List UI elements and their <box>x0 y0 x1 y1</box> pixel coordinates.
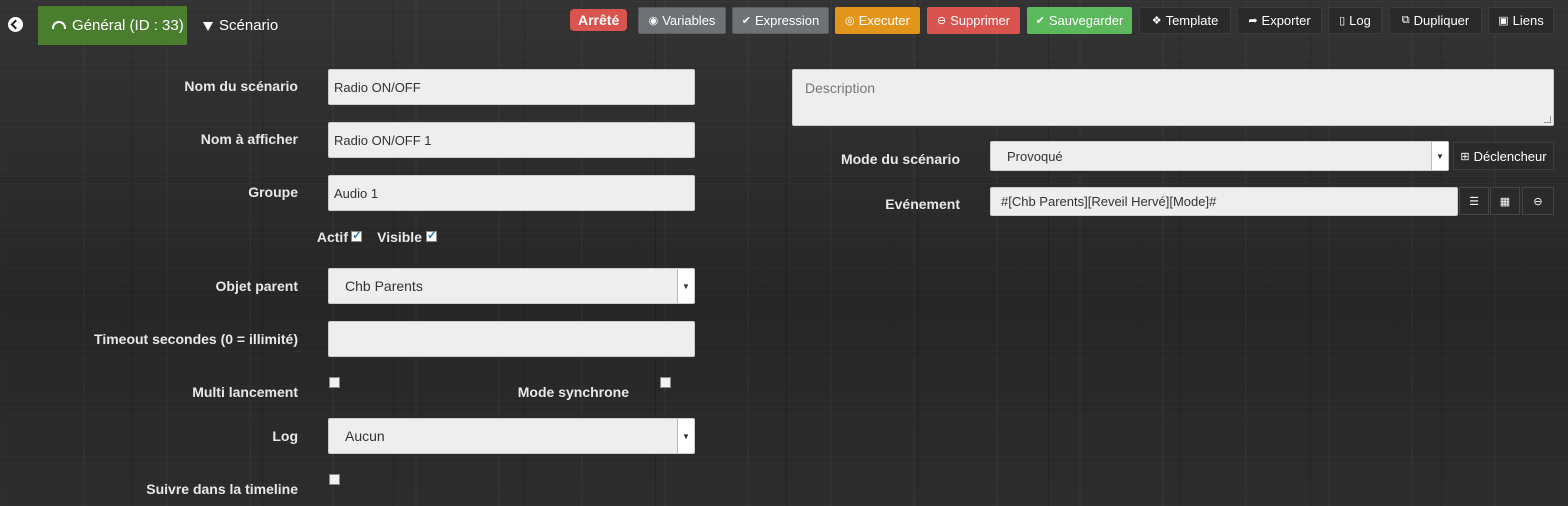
gamepad-icon: ◎ <box>845 15 855 27</box>
template-label: Template <box>1165 13 1219 28</box>
mode-synchrone-label: Mode synchrone <box>517 384 629 400</box>
supprimer-button[interactable]: ⊖ Supprimer <box>927 7 1020 34</box>
share-icon: ➦ <box>1248 15 1258 27</box>
nom-afficher-label: Nom à afficher <box>200 131 298 147</box>
executer-button[interactable]: ◎ Executer <box>835 7 920 34</box>
resize-handle-icon[interactable] <box>1544 116 1551 123</box>
eye-icon: ◉ <box>648 15 659 27</box>
visible-checkbox[interactable] <box>426 228 437 242</box>
file-icon: ▯ <box>1339 15 1346 27</box>
log-label: Log <box>272 428 298 444</box>
nom-afficher-input[interactable]: Radio ON/OFF 1 <box>328 122 695 158</box>
back-arrow-icon[interactable] <box>8 17 23 32</box>
liens-label: Liens <box>1512 13 1544 28</box>
tab-scenario[interactable]: Scénario <box>203 6 278 45</box>
mode-scenario-select[interactable]: Provoqué ▼ <box>990 141 1449 171</box>
mode-scenario-label: Mode du scénario <box>840 151 960 167</box>
actif-label: Actif <box>316 229 348 245</box>
timeout-input[interactable] <box>328 321 695 357</box>
dupliquer-button[interactable]: ⧉ Dupliquer <box>1389 7 1482 34</box>
declencheur-button[interactable]: ⊞ Déclencheur <box>1453 142 1554 170</box>
objet-parent-select[interactable]: Chb Parents ▼ <box>328 268 695 304</box>
log-button-label: Log <box>1349 13 1371 28</box>
log-button[interactable]: ▯ Log <box>1328 7 1382 34</box>
list-icon[interactable]: ☰ <box>1459 187 1489 215</box>
template-button[interactable]: ❖ Template <box>1139 7 1231 34</box>
chevron-down-icon: ▼ <box>677 419 694 453</box>
description-placeholder: Description <box>805 80 876 96</box>
mode-synchrone-checkbox[interactable] <box>660 377 671 388</box>
mode-scenario-value: Provoqué <box>1007 148 1063 164</box>
calculator-icon[interactable]: ▦ <box>1490 187 1520 215</box>
log-value: Aucun <box>345 428 385 444</box>
tab-general[interactable]: Général (ID : 33) <box>38 6 187 45</box>
visible-label: Visible <box>377 229 422 245</box>
description-textarea[interactable]: Description <box>792 69 1554 126</box>
variables-label: Variables <box>662 13 716 28</box>
exporter-label: Exporter <box>1261 13 1311 28</box>
nom-scenario-input[interactable]: Radio ON/OFF <box>328 69 695 105</box>
check-icon: ✔ <box>741 15 751 27</box>
groupe-label: Groupe <box>248 184 298 200</box>
evenement-label: Evénement <box>885 196 960 212</box>
log-select[interactable]: Aucun ▼ <box>328 418 695 454</box>
chevron-down-icon: ▼ <box>1431 142 1448 170</box>
groupe-input[interactable]: Audio 1 <box>328 175 695 211</box>
declencheur-label: Déclencheur <box>1473 148 1547 164</box>
sitemap-icon: ▣ <box>1498 15 1509 27</box>
copy-icon: ⧉ <box>1401 14 1410 26</box>
liens-button[interactable]: ▣ Liens <box>1488 7 1554 34</box>
exporter-button[interactable]: ➦ Exporter <box>1237 7 1322 34</box>
minus-circle-icon[interactable]: ⊖ <box>1522 187 1554 215</box>
gauge-icon <box>52 20 66 29</box>
evenement-input[interactable]: #[Chb Parents][Reveil Hervé][Mode]# <box>990 187 1458 216</box>
status-badge: Arrêté <box>570 9 628 31</box>
timeline-label: Suivre dans la timeline <box>146 481 298 497</box>
tab-general-label: Général (ID : 33) <box>72 17 184 34</box>
nom-scenario-label: Nom du scénario <box>184 78 298 94</box>
top-bar: Général (ID : 33) Scénario Arrêté ◉ Varia… <box>0 0 1568 46</box>
objet-parent-label: Objet parent <box>215 278 298 294</box>
multi-lancement-checkbox[interactable] <box>329 377 340 388</box>
cubes-icon: ❖ <box>1151 15 1162 27</box>
expression-button[interactable]: ✔ Expression <box>732 7 829 34</box>
sauvegarder-button[interactable]: ✔ Sauvegarder <box>1027 7 1132 34</box>
expression-label: Expression <box>754 13 820 28</box>
chevron-down-icon: ▼ <box>677 269 694 303</box>
filter-icon <box>203 22 213 31</box>
multi-lancement-label: Multi lancement <box>192 384 298 400</box>
supprimer-label: Supprimer <box>950 13 1011 28</box>
variables-button[interactable]: ◉ Variables <box>638 7 726 34</box>
executer-label: Executer <box>858 13 910 28</box>
plus-square-icon: ⊞ <box>1460 150 1470 163</box>
timeline-checkbox[interactable] <box>329 474 340 485</box>
timeout-label: Timeout secondes (0 = illimité) <box>94 331 298 347</box>
minus-circle-icon: ⊖ <box>936 15 947 27</box>
tab-scenario-label: Scénario <box>219 17 279 34</box>
actif-checkbox[interactable] <box>351 228 362 242</box>
objet-parent-value: Chb Parents <box>345 278 423 294</box>
check-circle-icon: ✔ <box>1035 15 1045 27</box>
dupliquer-label: Dupliquer <box>1413 13 1470 28</box>
sauvegarder-label: Sauvegarder <box>1048 13 1124 28</box>
